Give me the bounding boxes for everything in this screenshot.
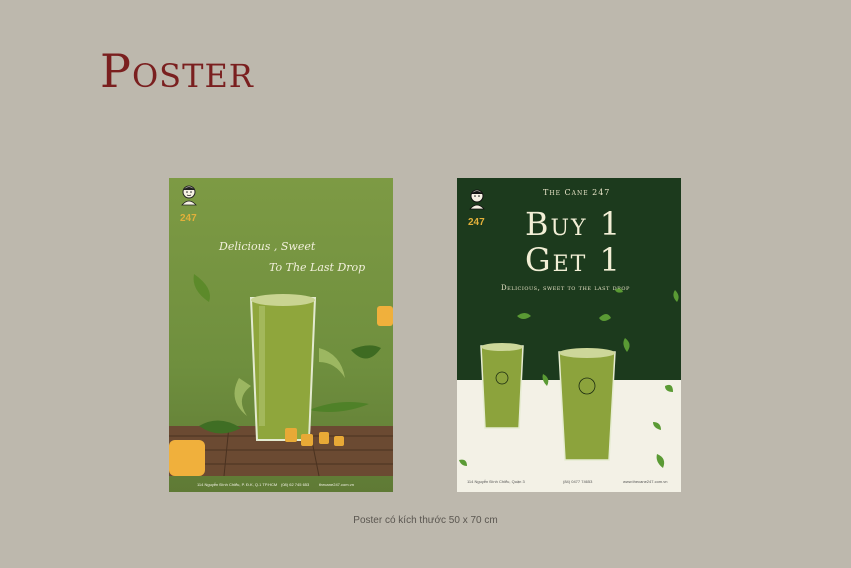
two-glasses-illustration [459,288,679,468]
poster-buy-1-get-1: 247 The Cane 247 Buy 1 Get 1 Delicious, … [457,178,681,492]
footer-address: 114 Nguyễn Đình Chiểu, P. Đ.K, Q.1 TP.HC… [197,482,278,487]
footer-web: thecane247.com.vn [319,482,354,487]
green-drink-illustration [169,274,393,477]
footer-phone: (84) 0477 74653 [563,479,593,484]
footer-address: 114 Nguyễn Đình Chiểu, Quận 3 [467,479,525,484]
footer-web: www.thecane247.com.vn [623,479,668,484]
footer-phone: (08) 62 745 653 [281,482,310,487]
poster-green-drink: 247 Delicious , Sweet To The Last Drop 1… [169,178,393,492]
page-title: Poster [100,44,254,98]
poster-size-caption: Poster có kích thước 50 x 70 cm [353,515,498,526]
